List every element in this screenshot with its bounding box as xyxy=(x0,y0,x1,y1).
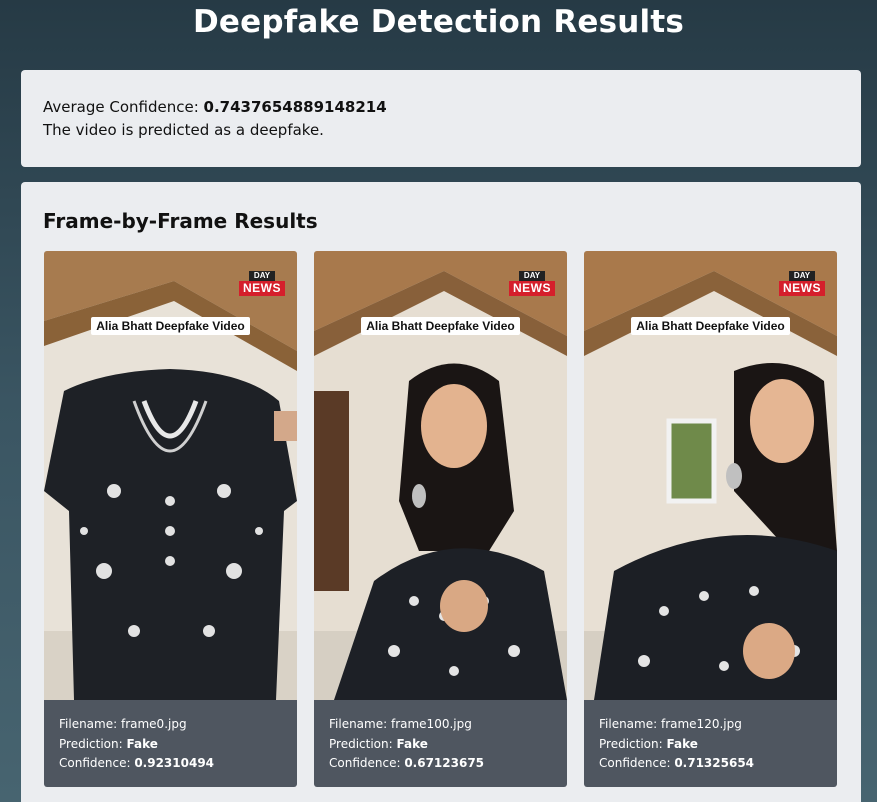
banner-text: Alia Bhatt Deepfake Video xyxy=(91,317,250,335)
average-confidence: Average Confidence: 0.7437654889148214 xyxy=(43,96,839,119)
frame-confidence: Confidence: 0.92310494 xyxy=(59,754,282,774)
confidence-label: Confidence: xyxy=(329,756,405,770)
filename-value: frame120.jpg xyxy=(660,717,742,731)
filename-label: Filename: xyxy=(59,717,121,731)
video-banner: Alia Bhatt Deepfake Video xyxy=(44,315,297,335)
frame-info: Filename: frame120.jpg Prediction: Fake … xyxy=(584,700,837,774)
frame-confidence: Confidence: 0.71325654 xyxy=(599,754,822,774)
frame-card-1: DAY NEWS Alia Bhatt Deepfake Video Filen… xyxy=(314,251,567,787)
frame-thumbnail: DAY NEWS Alia Bhatt Deepfake Video xyxy=(314,251,567,700)
prediction-value: Fake xyxy=(666,736,698,751)
frame-info: Filename: frame0.jpg Prediction: Fake Co… xyxy=(44,700,297,774)
prediction-label: Prediction: xyxy=(59,736,127,751)
logo-news-text: NEWS xyxy=(509,281,555,296)
news-logo: DAY NEWS xyxy=(779,271,825,296)
confidence-value: 0.71325654 xyxy=(674,756,755,770)
frame-filename: Filename: frame120.jpg xyxy=(599,715,822,735)
frames-section-title: Frame-by-Frame Results xyxy=(43,209,318,233)
frame-prediction: Prediction: Fake xyxy=(599,735,822,755)
logo-day-text: DAY xyxy=(249,271,275,281)
frames-card: Frame-by-Frame Results DAY NEWS Alia Bha… xyxy=(21,182,861,802)
logo-news-text: NEWS xyxy=(239,281,285,296)
frame-filename: Filename: frame0.jpg xyxy=(59,715,282,735)
frame-card-2: DAY NEWS Alia Bhatt Deepfake Video Filen… xyxy=(584,251,837,787)
page-title: Deepfake Detection Results xyxy=(192,4,685,40)
frame-info: Filename: frame100.jpg Prediction: Fake … xyxy=(314,700,567,774)
frame-prediction: Prediction: Fake xyxy=(59,735,282,755)
video-banner: Alia Bhatt Deepfake Video xyxy=(584,315,837,335)
banner-text: Alia Bhatt Deepfake Video xyxy=(361,317,520,335)
average-confidence-value: 0.7437654889148214 xyxy=(203,98,387,116)
news-logo: DAY NEWS xyxy=(239,271,285,296)
frame-filename: Filename: frame100.jpg xyxy=(329,715,552,735)
prediction-label: Prediction: xyxy=(329,736,397,751)
frame-prediction: Prediction: Fake xyxy=(329,735,552,755)
news-logo: DAY NEWS xyxy=(509,271,555,296)
prediction-value: Fake xyxy=(126,736,158,751)
filename-value: frame0.jpg xyxy=(120,717,187,731)
filename-value: frame100.jpg xyxy=(390,717,472,731)
logo-news-text: NEWS xyxy=(779,281,825,296)
video-banner: Alia Bhatt Deepfake Video xyxy=(314,315,567,335)
frame-thumbnail: DAY NEWS Alia Bhatt Deepfake Video xyxy=(584,251,837,700)
summary-card: Average Confidence: 0.7437654889148214 T… xyxy=(21,70,861,167)
verdict-text: The video is predicted as a deepfake. xyxy=(43,121,324,139)
prediction-label: Prediction: xyxy=(599,736,667,751)
filename-label: Filename: xyxy=(329,717,391,731)
logo-day-text: DAY xyxy=(519,271,545,281)
average-confidence-label: Average Confidence: xyxy=(43,98,204,116)
confidence-label: Confidence: xyxy=(59,756,135,770)
frame-card-0: DAY NEWS Alia Bhatt Deepfake Video Filen… xyxy=(44,251,297,787)
confidence-label: Confidence: xyxy=(599,756,675,770)
frame-thumbnail: DAY NEWS Alia Bhatt Deepfake Video xyxy=(44,251,297,700)
logo-day-text: DAY xyxy=(789,271,815,281)
frame-confidence: Confidence: 0.67123675 xyxy=(329,754,552,774)
prediction-value: Fake xyxy=(396,736,428,751)
banner-text: Alia Bhatt Deepfake Video xyxy=(631,317,790,335)
confidence-value: 0.92310494 xyxy=(134,756,215,770)
confidence-value: 0.67123675 xyxy=(404,756,485,770)
filename-label: Filename: xyxy=(599,717,661,731)
